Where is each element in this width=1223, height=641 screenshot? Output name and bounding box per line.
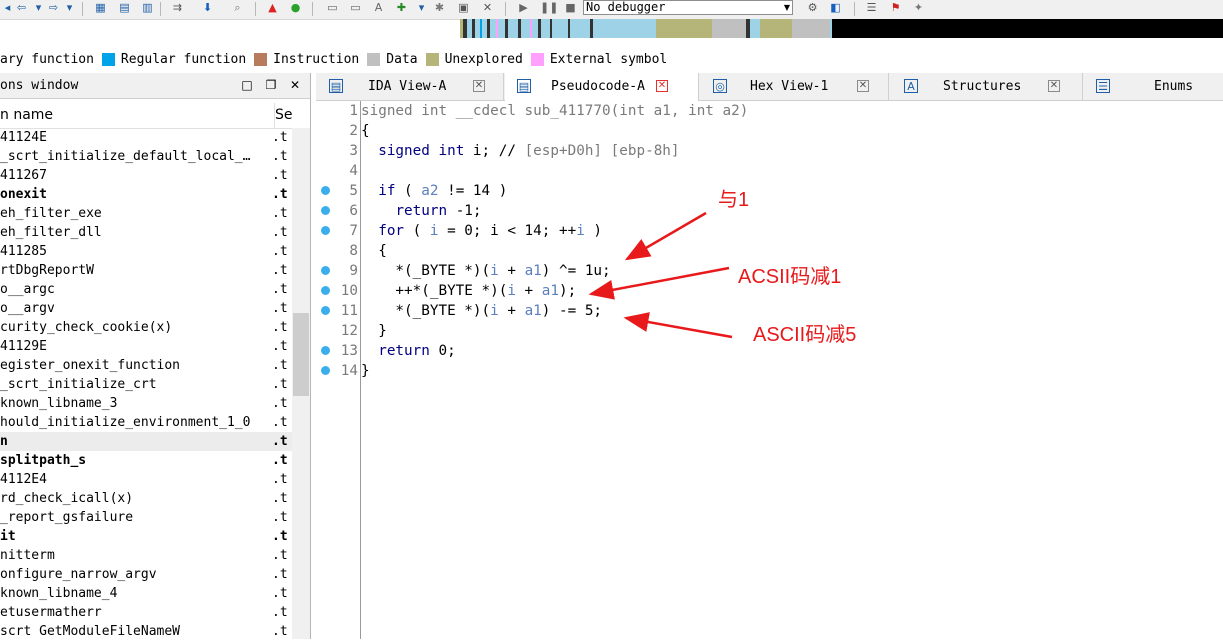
arrow-to-line-9 (624, 211, 707, 261)
arrow-to-line-11 (623, 312, 733, 339)
arrow-to-line-10 (588, 266, 730, 300)
annotation-arrows (588, 211, 733, 339)
